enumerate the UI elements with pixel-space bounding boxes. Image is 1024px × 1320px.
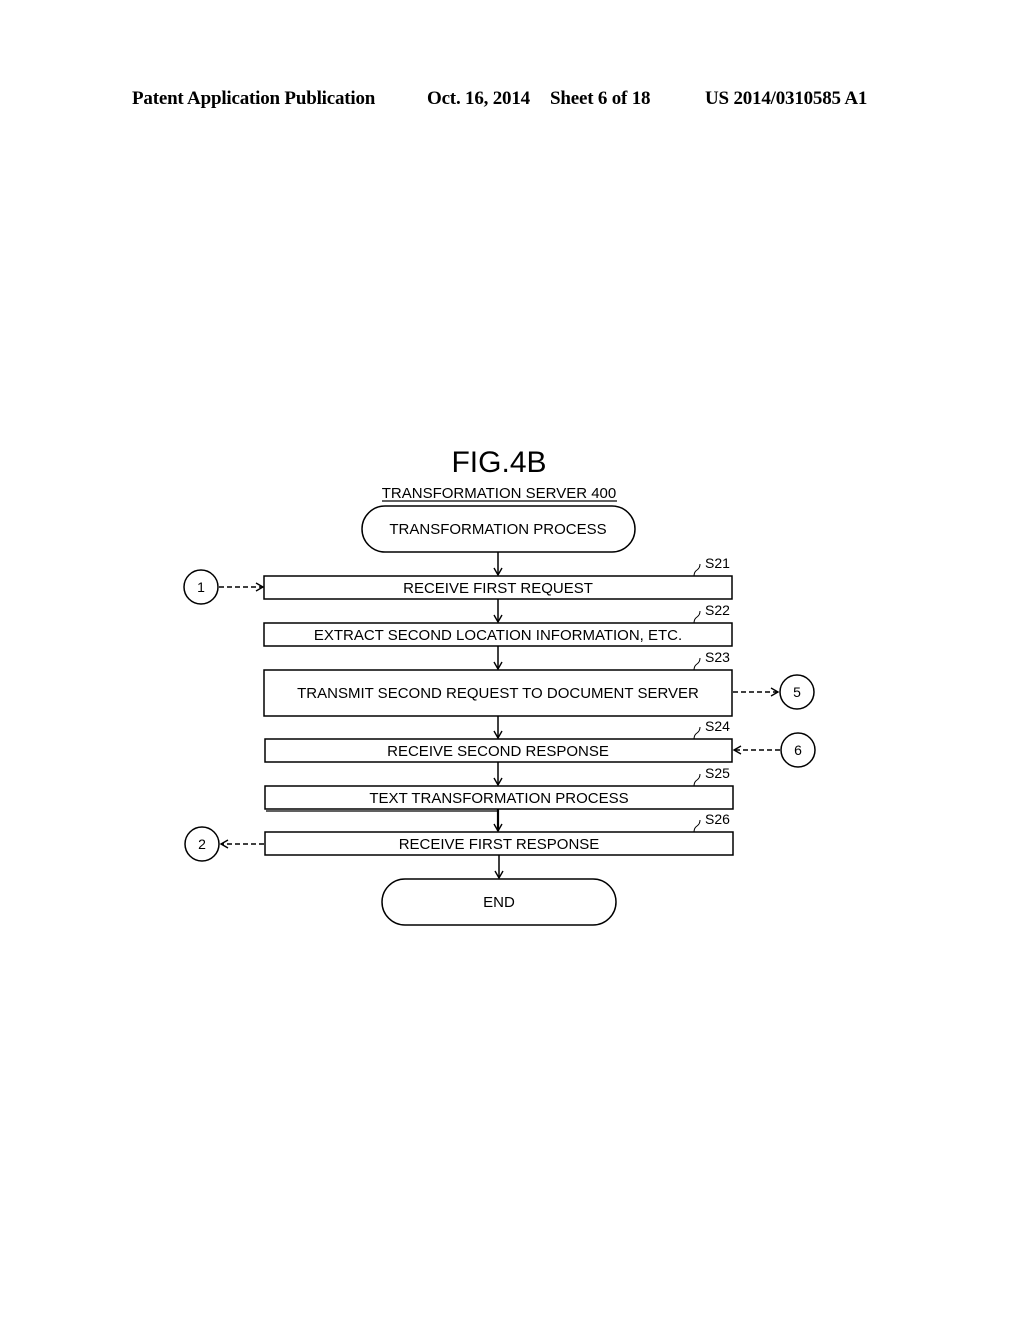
step-text-s23: TRANSMIT SECOND REQUEST TO DOCUMENT SERV… [297,685,699,702]
step-text-s21: RECEIVE FIRST REQUEST [403,580,593,597]
step-label-s25: S25 [705,765,730,781]
connector-1-label: 1 [197,579,205,595]
step-leader-s26 [693,819,701,833]
step-leader-s22 [693,610,701,624]
connector-6-label: 6 [794,742,802,758]
step-label-s22: S22 [705,602,730,618]
step-label-s21: S21 [705,555,730,571]
figure-subtitle: TRANSFORMATION SERVER 400 [382,485,617,502]
step-leader-s23 [693,657,701,671]
step-text-s22: EXTRACT SECOND LOCATION INFORMATION, ETC… [314,627,682,644]
step-text-s25: TEXT TRANSFORMATION PROCESS [369,790,628,807]
step-leader-s25 [693,773,701,787]
figure-title: FIG.4B [451,446,546,479]
flowchart: FIG.4B TRANSFORMATION SERVER 400 TRANSFO… [183,446,816,926]
step-leader-s21 [693,563,701,577]
step-text-s24: RECEIVE SECOND RESPONSE [387,743,609,760]
start-terminal-label: TRANSFORMATION PROCESS [389,521,606,538]
connector-5-label: 5 [793,684,801,700]
step-label-s24: S24 [705,718,730,734]
step-leader-s24 [693,726,701,740]
step-label-s26: S26 [705,811,730,827]
end-terminal-label: END [483,894,515,911]
step-label-s23: S23 [705,649,730,665]
connector-2-label: 2 [198,836,206,852]
step-text-s26: RECEIVE FIRST RESPONSE [399,836,600,853]
